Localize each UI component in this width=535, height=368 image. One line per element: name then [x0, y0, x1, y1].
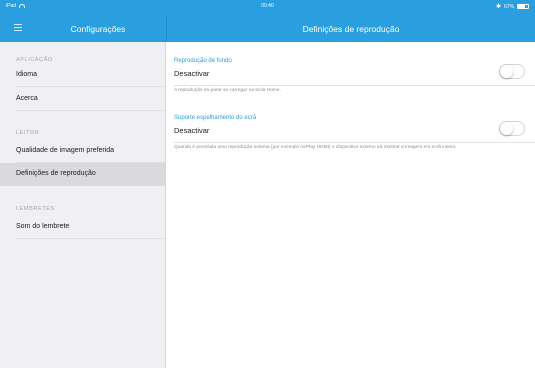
setting-title: Suporte espelhamento do ecrã: [174, 115, 257, 121]
sidebar-item-label: Qualidade de imagem preferida: [16, 147, 115, 154]
battery-fill: [518, 5, 525, 8]
page-title: Definições de reprodução: [302, 24, 400, 34]
bluetooth-icon: ✱: [495, 4, 501, 10]
sidebar-item-label: Acerca: [16, 95, 38, 102]
toggle-knob: [500, 122, 513, 135]
sidebar-item-label: Definições de reprodução: [16, 170, 96, 177]
navigation-bar: Configurações Definições de reprodução: [0, 16, 535, 42]
sidebar-item-som-lembrete[interactable]: Som do lembrete: [0, 216, 165, 239]
status-right: ✱ 67%: [496, 3, 529, 10]
section-header-lembretes: LEMBRETES: [16, 206, 55, 212]
setting-separator: [174, 85, 535, 86]
row-separator: [16, 86, 165, 87]
row-separator: [16, 238, 165, 239]
screen-mirroring-toggle[interactable]: [499, 121, 525, 136]
sidebar-item-qualidade-imagem[interactable]: Qualidade de imagem preferida: [0, 140, 165, 163]
setting-value: Desactivar: [174, 126, 210, 135]
sidebar-item-definicoes-reproducao[interactable]: Definições de reprodução: [0, 163, 165, 186]
setting-separator: [174, 142, 535, 143]
sidebar: APLICAÇÃO Idioma Acerca LEITOR Qualidade…: [0, 42, 166, 368]
battery-icon: [517, 4, 529, 9]
sidebar-item-acerca[interactable]: Acerca: [0, 88, 165, 111]
toggle-knob: [500, 65, 513, 78]
status-time: 00:40: [261, 3, 274, 9]
status-bar: iPad 00:40 ✱ 67%: [0, 0, 535, 16]
settings-title: Configurações: [70, 24, 126, 34]
hamburger-menu-icon[interactable]: [14, 24, 22, 31]
setting-description: A reprodução irá parar se carregar na te…: [174, 88, 281, 93]
setting-title: Reprodução de fundo: [174, 58, 232, 64]
setting-description: Quando é permitida uma reprodução extern…: [174, 145, 457, 150]
sidebar-item-label: Som do lembrete: [16, 223, 70, 230]
background-playback-toggle[interactable]: [499, 64, 525, 79]
setting-value: Desactivar: [174, 69, 210, 78]
section-header-aplicacao: APLICAÇÃO: [16, 57, 53, 63]
row-separator: [16, 110, 165, 111]
battery-percent: 67%: [503, 3, 514, 10]
nav-left-pane: Configurações: [0, 16, 166, 42]
sidebar-item-idioma[interactable]: Idioma: [0, 64, 165, 87]
sidebar-item-label: Idioma: [16, 71, 38, 78]
section-header-leitor: LEITOR: [16, 130, 40, 136]
playback-settings-panel: Reprodução de fundo Desactivar A reprodu…: [166, 42, 535, 368]
